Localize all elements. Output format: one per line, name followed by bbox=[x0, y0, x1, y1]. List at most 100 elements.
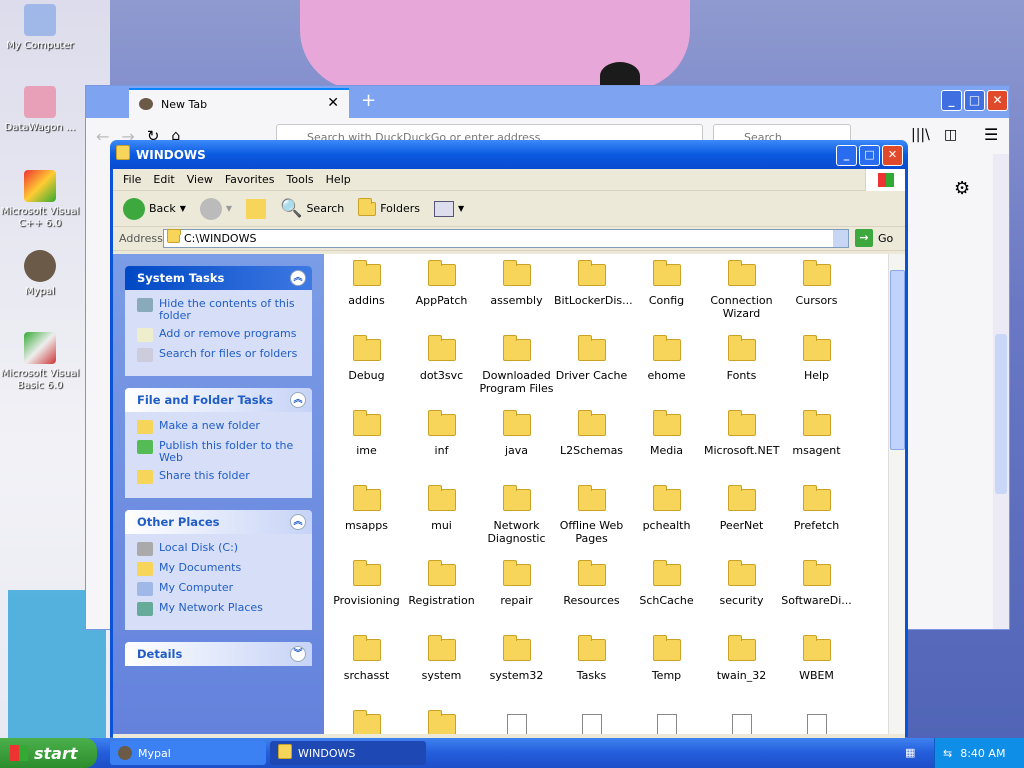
file-item[interactable]: repair bbox=[479, 560, 554, 637]
file-item[interactable]: Tasks bbox=[554, 635, 629, 712]
place-my-computer[interactable]: My Computer bbox=[137, 582, 304, 596]
place-my-documents[interactable]: My Documents bbox=[137, 562, 304, 576]
file-item[interactable] bbox=[329, 710, 404, 734]
go-button[interactable]: → Go bbox=[855, 229, 893, 247]
network-tray-icon[interactable]: ⇆ bbox=[943, 747, 952, 760]
file-item[interactable] bbox=[404, 710, 479, 734]
file-item[interactable]: addins bbox=[329, 260, 404, 337]
file-item[interactable]: Cursors bbox=[779, 260, 854, 337]
desktop-icon-my-computer[interactable]: My Computer bbox=[0, 4, 80, 52]
file-item[interactable]: SchCache bbox=[629, 560, 704, 637]
clock[interactable]: 8:40 AM bbox=[960, 747, 1005, 760]
file-item[interactable]: Debug bbox=[329, 335, 404, 412]
views-button[interactable]: ▼ bbox=[430, 199, 468, 219]
chevron-down-icon[interactable]: ▼ bbox=[180, 204, 186, 213]
taskbar-button-mypal[interactable]: Mypal bbox=[110, 741, 266, 765]
file-item[interactable]: Provisioning bbox=[329, 560, 404, 637]
file-item[interactable]: Media bbox=[629, 410, 704, 487]
sidebar-icon[interactable]: ◫ bbox=[944, 127, 957, 143]
desktop-icon-visual-basic[interactable]: Microsoft Visual Basic 6.0 bbox=[0, 332, 80, 392]
file-item[interactable] bbox=[479, 712, 554, 734]
task-publish-web[interactable]: Publish this folder to the Web bbox=[137, 440, 304, 464]
task-search-files[interactable]: Search for files or folders bbox=[137, 348, 304, 362]
file-item[interactable]: twain_32 bbox=[704, 635, 779, 712]
file-item[interactable]: Offline Web Pages bbox=[554, 485, 629, 562]
close-button[interactable]: ✕ bbox=[882, 145, 903, 166]
file-item[interactable]: L2Schemas bbox=[554, 410, 629, 487]
collapse-icon[interactable]: ︽ bbox=[290, 270, 306, 286]
file-folder-tasks-header[interactable]: File and Folder Tasks ︽ bbox=[125, 388, 312, 412]
file-list-scrollbar[interactable] bbox=[888, 254, 905, 734]
task-add-remove-programs[interactable]: Add or remove programs bbox=[137, 328, 304, 342]
browser-minimize-button[interactable]: _ bbox=[941, 90, 962, 111]
new-tab-icon[interactable]: + bbox=[361, 90, 376, 111]
file-item[interactable]: mui bbox=[404, 485, 479, 562]
library-icon[interactable]: |||\ bbox=[911, 127, 930, 143]
file-item[interactable]: srchasst bbox=[329, 635, 404, 712]
file-item[interactable]: Registration bbox=[404, 560, 479, 637]
menu-edit[interactable]: Edit bbox=[147, 173, 180, 186]
close-tab-icon[interactable]: ✕ bbox=[327, 95, 339, 111]
browser-scrollbar[interactable] bbox=[993, 154, 1009, 629]
file-item[interactable] bbox=[779, 712, 854, 734]
menu-favorites[interactable]: Favorites bbox=[219, 173, 281, 186]
collapse-icon[interactable]: ︽ bbox=[290, 392, 306, 408]
file-item[interactable]: Temp bbox=[629, 635, 704, 712]
menu-help[interactable]: Help bbox=[320, 173, 357, 186]
details-header[interactable]: Details ︾ bbox=[125, 642, 312, 666]
file-item[interactable]: Connection Wizard bbox=[704, 260, 779, 337]
file-item[interactable]: Prefetch bbox=[779, 485, 854, 562]
browser-maximize-button[interactable]: □ bbox=[964, 90, 985, 111]
task-share-folder[interactable]: Share this folder bbox=[137, 470, 304, 484]
other-places-header[interactable]: Other Places ︽ bbox=[125, 510, 312, 534]
file-item[interactable]: ehome bbox=[629, 335, 704, 412]
folders-button[interactable]: Folders bbox=[354, 197, 424, 218]
task-new-folder[interactable]: Make a new folder bbox=[137, 420, 304, 434]
menu-view[interactable]: View bbox=[181, 173, 219, 186]
file-item[interactable]: PeerNet bbox=[704, 485, 779, 562]
file-item[interactable]: BitLockerDis... bbox=[554, 260, 633, 337]
menu-tools[interactable]: Tools bbox=[281, 173, 320, 186]
file-item[interactable]: assembly bbox=[479, 260, 554, 337]
file-item[interactable]: Config bbox=[629, 260, 704, 337]
address-input[interactable]: C:\WINDOWS bbox=[163, 229, 849, 248]
explorer-titlebar[interactable]: WINDOWS bbox=[110, 140, 908, 169]
back-arrow-icon[interactable]: ← bbox=[96, 127, 109, 146]
place-local-disk[interactable]: Local Disk (C:) bbox=[137, 542, 304, 556]
file-item[interactable]: system32 bbox=[479, 635, 554, 712]
place-network[interactable]: My Network Places bbox=[137, 602, 304, 616]
file-item[interactable]: msapps bbox=[329, 485, 404, 562]
file-item[interactable]: Driver Cache bbox=[554, 335, 629, 412]
file-item[interactable]: msagent bbox=[779, 410, 854, 487]
maximize-button[interactable]: □ bbox=[859, 145, 880, 166]
browser-tab-new-tab[interactable]: New Tab ✕ bbox=[129, 88, 349, 118]
file-item[interactable]: pchealth bbox=[629, 485, 704, 562]
desktop-icon-datawagon[interactable]: DataWagon ... bbox=[0, 86, 80, 134]
file-item[interactable]: Resources bbox=[554, 560, 629, 637]
file-item[interactable] bbox=[704, 712, 779, 734]
menu-file[interactable]: File bbox=[117, 173, 147, 186]
file-item[interactable]: Network Diagnostic bbox=[479, 485, 554, 562]
browser-close-button[interactable]: ✕ bbox=[987, 90, 1008, 111]
file-item[interactable]: ime bbox=[329, 410, 404, 487]
gear-icon[interactable]: ⚙ bbox=[954, 178, 970, 199]
file-item[interactable]: dot3svc bbox=[404, 335, 479, 412]
start-button[interactable]: start bbox=[0, 738, 97, 768]
collapse-icon[interactable]: ︽ bbox=[290, 514, 306, 530]
up-button[interactable] bbox=[242, 197, 270, 221]
file-item[interactable]: security bbox=[704, 560, 779, 637]
forward-button[interactable]: ▼ bbox=[196, 196, 236, 222]
back-button[interactable]: Back ▼ bbox=[119, 196, 190, 222]
file-item[interactable] bbox=[629, 712, 704, 734]
taskbar-button-windows[interactable]: WINDOWS bbox=[270, 741, 426, 765]
file-item[interactable]: Help bbox=[779, 335, 854, 412]
keyboard-icon[interactable]: ▦ bbox=[905, 746, 915, 759]
minimize-button[interactable]: _ bbox=[836, 145, 857, 166]
file-item[interactable]: system bbox=[404, 635, 479, 712]
system-tasks-header[interactable]: System Tasks ︽ bbox=[125, 266, 312, 290]
file-item[interactable] bbox=[554, 712, 629, 734]
desktop-icon-mypal[interactable]: Mypal bbox=[0, 250, 80, 298]
file-item[interactable]: inf bbox=[404, 410, 479, 487]
menu-icon[interactable]: ☰ bbox=[984, 125, 998, 144]
file-item[interactable]: Downloaded Program Files bbox=[479, 335, 554, 412]
